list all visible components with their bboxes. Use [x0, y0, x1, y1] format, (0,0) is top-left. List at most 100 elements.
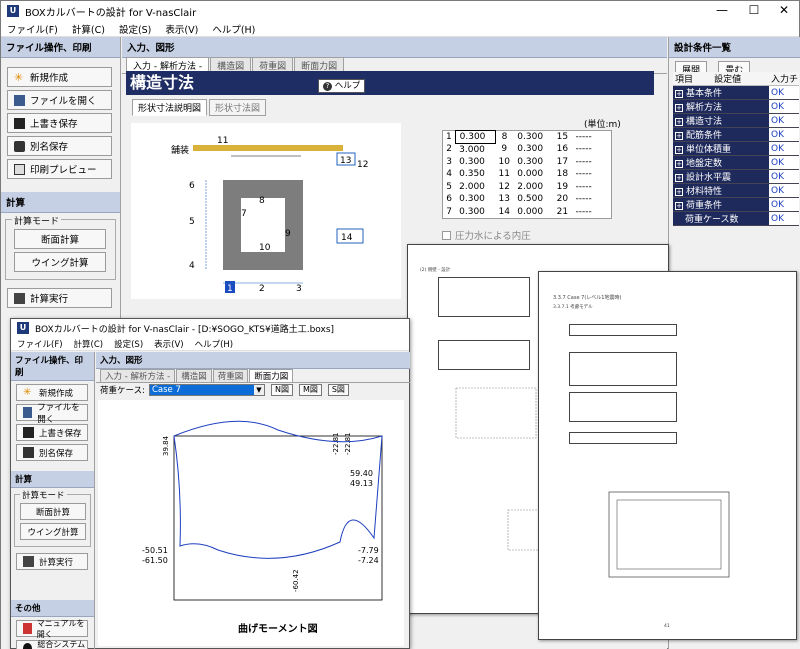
dim-value[interactable]: 2.000	[513, 181, 553, 194]
dimension-row: 1 0.300 8 0.300 15 -----	[443, 130, 612, 144]
page-b-number: 41	[664, 624, 670, 629]
dim-value[interactable]: 0.300	[513, 131, 553, 144]
dim-value[interactable]: -----	[572, 156, 612, 169]
print-preview-button[interactable]: 印刷プレビュー	[7, 159, 112, 179]
condition-row[interactable]: 荷重ケース数 OK	[673, 211, 799, 226]
second-new-button[interactable]: ✳ 新規作成	[16, 384, 88, 401]
s-diagram-button[interactable]: S図	[327, 384, 349, 396]
shape-diagram: 舗装 11 13 12 6 8 7 5 10 9 14 4 1 2 3	[131, 123, 401, 299]
second-menu-calc[interactable]: 計算(C)	[74, 338, 104, 350]
expand-plus-icon[interactable]: +	[675, 202, 683, 210]
menu-calc[interactable]: 計算(C)	[72, 22, 105, 36]
second-calc-mode-label: 計算モード	[20, 489, 67, 501]
expand-plus-icon[interactable]: +	[675, 174, 683, 182]
second-save-as-label: 別名保存	[39, 448, 74, 459]
dim-value[interactable]: 0.300	[513, 143, 553, 156]
dim-value[interactable]: 2.000	[455, 181, 495, 194]
m-diagram-button[interactable]: M図	[298, 384, 322, 396]
second-tab-input[interactable]: 入力 - 解析方法 -	[100, 369, 176, 382]
open-manual-button[interactable]: マニュアルを開く	[16, 619, 88, 639]
pavement-label: 舗装	[171, 144, 189, 156]
expand-plus-icon[interactable]: +	[675, 146, 683, 154]
dim-value[interactable]: -----	[572, 143, 612, 156]
expand-plus-icon[interactable]: +	[675, 188, 683, 196]
maximize-button[interactable]: ☐	[739, 1, 769, 21]
second-section-calc-button[interactable]: 断面計算	[20, 503, 86, 520]
page-b-diagram	[608, 491, 730, 578]
dim-index: 1	[445, 132, 452, 142]
condition-row[interactable]: + 基本条件 OK	[673, 85, 799, 100]
checkbox-box[interactable]	[442, 230, 451, 240]
expand-plus-icon[interactable]: +	[675, 132, 683, 140]
second-tab-load[interactable]: 荷重図	[212, 369, 249, 382]
dim-value[interactable]: 3.000	[455, 143, 495, 156]
new-button[interactable]: ✳ 新規作成	[7, 67, 112, 87]
condition-row[interactable]: + 設計水平震 OK	[673, 169, 799, 184]
condition-row[interactable]: + 構造寸法 OK	[673, 113, 799, 128]
open-file-button[interactable]: ファイルを開く	[7, 90, 112, 110]
dim-value[interactable]: -----	[572, 181, 612, 194]
condition-row[interactable]: + 地盤定数 OK	[673, 155, 799, 170]
dim-value[interactable]: -----	[572, 131, 612, 144]
run-calc-button[interactable]: 計算実行	[7, 288, 112, 308]
condition-item: + 基本条件	[673, 85, 769, 100]
dim-value[interactable]: 0.000	[513, 206, 553, 219]
second-menu-help[interactable]: ヘルプ(H)	[195, 338, 234, 350]
wing-calc-label: ウイング計算	[31, 258, 89, 269]
menu-view[interactable]: 表示(V)	[165, 22, 198, 36]
printer-icon	[14, 163, 25, 175]
second-save-as-button[interactable]: 別名保存	[16, 444, 88, 461]
dim-num-13: 13	[340, 156, 351, 166]
subtab-shape-explain[interactable]: 形状寸法説明図	[132, 99, 208, 116]
dim-value[interactable]: -----	[572, 193, 612, 206]
save-as-button[interactable]: 別名保存	[7, 136, 112, 156]
subtab-shape-dim[interactable]: 形状寸法図	[209, 99, 267, 116]
dim-value[interactable]: 0.300	[455, 206, 495, 219]
close-button[interactable]: ✕	[769, 1, 799, 21]
pressure-checkbox[interactable]: 圧力水による内圧	[442, 228, 531, 242]
section-calc-button[interactable]: 断面計算	[14, 229, 106, 249]
condition-row[interactable]: + 単位体積重 OK	[673, 141, 799, 156]
menu-help[interactable]: ヘルプ(H)	[212, 22, 255, 36]
dim-value[interactable]: 0.300	[454, 130, 496, 144]
condition-row[interactable]: + 荷重条件 OK	[673, 197, 799, 212]
system-hp-button[interactable]: 総合システムHP	[16, 640, 88, 649]
dim-value[interactable]: 0.300	[455, 156, 495, 169]
dim-value[interactable]: -----	[572, 168, 612, 181]
expand-plus-icon[interactable]: +	[675, 160, 683, 168]
menu-settings[interactable]: 設定(S)	[119, 22, 151, 36]
second-save-button[interactable]: 上書き保存	[16, 424, 88, 441]
minimize-button[interactable]: —	[707, 1, 737, 21]
load-case-select[interactable]: Case 7 ▼	[148, 384, 265, 396]
expand-plus-icon[interactable]: +	[675, 104, 683, 112]
condition-row[interactable]: + 材料特性 OK	[673, 183, 799, 198]
menu-file[interactable]: ファイル(F)	[7, 22, 58, 36]
second-title-bar: U BOXカルバートの設計 for V-nasClair - [D:¥SOGO_…	[11, 319, 409, 337]
help-button[interactable]: ? ヘルプ	[318, 79, 366, 93]
expand-plus-icon[interactable]: +	[675, 118, 683, 126]
second-menu-view[interactable]: 表示(V)	[154, 338, 183, 350]
dim-value[interactable]: 0.500	[513, 193, 553, 206]
second-run-button[interactable]: 計算実行	[16, 553, 88, 570]
condition-item-label: 地盤定数	[686, 159, 723, 169]
dim-value[interactable]: 0.300	[455, 193, 495, 206]
condition-row[interactable]: + 解析方法 OK	[673, 99, 799, 114]
col-check: 入力チ	[769, 72, 799, 86]
dimension-row: 3 0.300 10 0.300 17 -----	[443, 156, 612, 169]
expand-plus-icon[interactable]: +	[675, 90, 683, 98]
second-tab-structure[interactable]: 構造図	[176, 369, 212, 382]
help-icon: ?	[323, 82, 332, 91]
save-button[interactable]: 上書き保存	[7, 113, 112, 133]
dim-value[interactable]: 0.000	[513, 168, 553, 181]
second-tab-section-force[interactable]: 断面力図	[249, 369, 294, 382]
second-menu-settings[interactable]: 設定(S)	[114, 338, 143, 350]
second-open-button[interactable]: ファイルを開く	[16, 403, 88, 425]
wing-calc-button[interactable]: ウイング計算	[14, 252, 106, 272]
dim-value[interactable]: 0.350	[455, 168, 495, 181]
dim-value[interactable]: -----	[572, 206, 612, 219]
second-menu-file[interactable]: ファイル(F)	[17, 338, 63, 350]
dim-value[interactable]: 0.300	[513, 156, 553, 169]
n-diagram-button[interactable]: N図	[270, 384, 293, 396]
condition-row[interactable]: + 配筋条件 OK	[673, 127, 799, 142]
second-wing-calc-button[interactable]: ウイング計算	[20, 523, 86, 540]
